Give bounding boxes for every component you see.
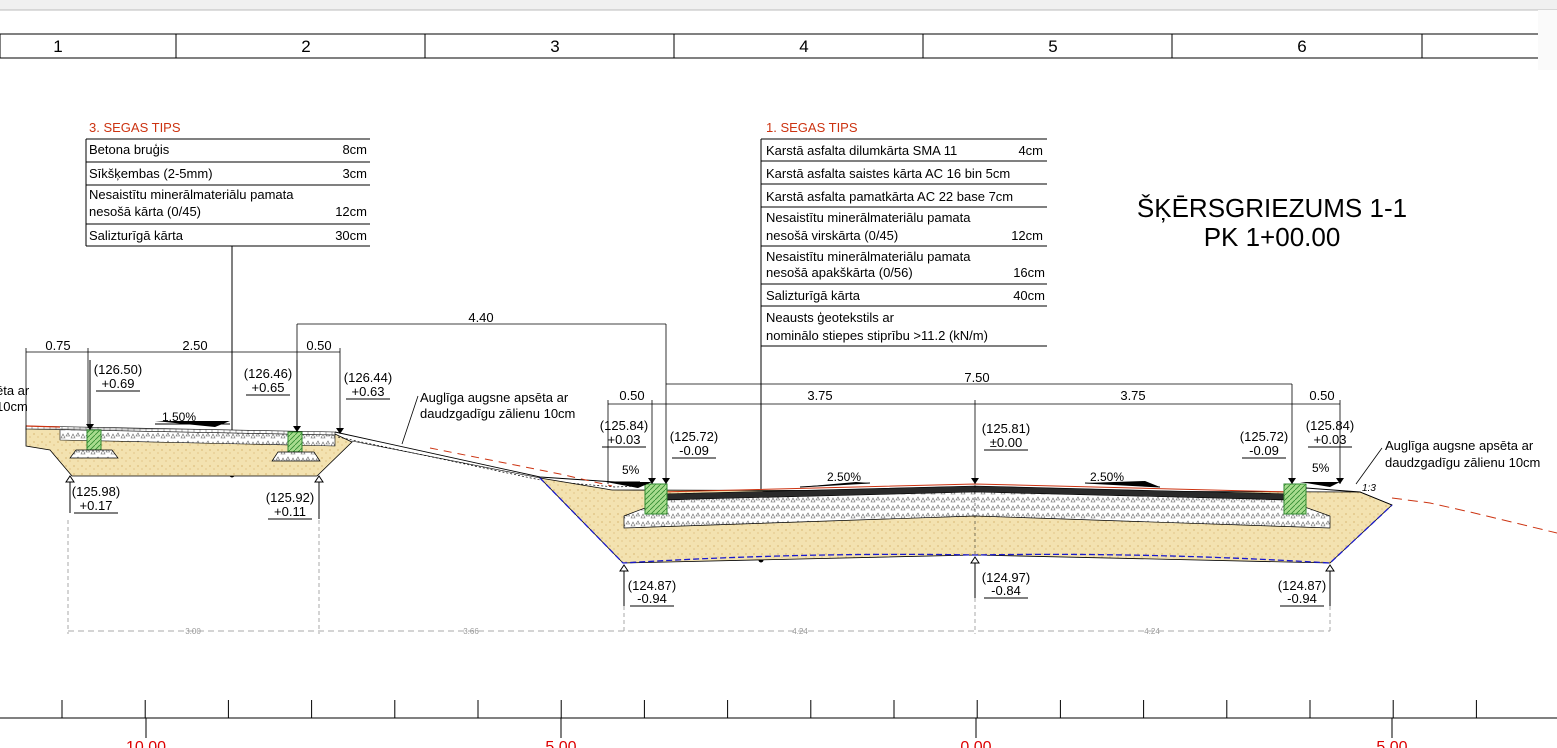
segas-1-title: 1. SEGAS TIPS (766, 120, 858, 135)
column-label-2: 2 (301, 37, 310, 56)
segas-1-row-7-name2: nominālo stiepes stiprību >11.2 (kN/m) (766, 328, 988, 343)
bottom-ruler: 10.00 5.00 0.00 5.00 (0, 700, 1557, 748)
segas-3-row-1-name: Betona bruģis (89, 142, 170, 157)
level-10-b: +0.03 (1314, 432, 1347, 447)
segas-1-row-5-name: Nesaistītu minerālmateriālu pamata (766, 249, 971, 264)
segas-1-row-5-name2: nesošā apakškārta (0/56) (766, 265, 913, 280)
dim-375b: 3.75 (1120, 388, 1145, 403)
segas-1-row-7-name: Neausts ģeotekstils ar (766, 310, 895, 325)
segas-3-row-4-thk: 30cm (335, 228, 367, 243)
ruler-label-1: 10.00 (126, 739, 166, 748)
segas-3-row-1-thk: 8cm (342, 142, 367, 157)
slope-2-50-right: 2.50% (1090, 470, 1124, 484)
slope-1-3: 1:3 (1362, 483, 1376, 494)
level-1-a: (126.50) (94, 362, 142, 377)
level-11-b: -0.94 (637, 591, 667, 606)
segas-3-title: 3. SEGAS TIPS (89, 120, 181, 135)
slope-5-left: 5% (622, 463, 640, 477)
level-1-b: +0.69 (102, 376, 135, 391)
bdim-4: 4.24 (1144, 627, 1160, 636)
ruler-label-4: 5.00 (1376, 739, 1407, 748)
level-7-a: (125.72) (670, 429, 718, 444)
dimension-values: 0.75 2.50 0.50 4.40 0.50 7.50 3.75 3.75 … (45, 310, 1334, 403)
scrollbar-top[interactable] (1538, 10, 1557, 70)
level-2-b: +0.65 (252, 380, 285, 395)
column-label-1: 1 (53, 37, 62, 56)
level-8-b: ±0.00 (990, 435, 1022, 450)
dim-375a: 3.75 (807, 388, 832, 403)
note-left-2: 10cm (0, 399, 28, 414)
dim-050b: 0.50 (619, 388, 644, 403)
cross-section-drawing: 1234567 ŠĶĒRSGRIEZUMS 1-1 PK 1+00.00 3. … (0, 0, 1557, 748)
column-label-4: 4 (799, 37, 808, 56)
slope-5-right: 5% (1312, 461, 1330, 475)
road-curb-left (644, 483, 668, 515)
level-2-a: (126.46) (244, 366, 292, 381)
level-9-a: (125.72) (1240, 429, 1288, 444)
bdim-2: 3.66 (463, 627, 479, 636)
level-13-b: -0.94 (1287, 591, 1317, 606)
segas-1-row-1-name: Karstā asfalta dilumkārta SMA 11 (766, 143, 957, 158)
level-12-b: -0.84 (991, 583, 1021, 598)
note-left-1: ēta ar (0, 383, 30, 398)
segas-1-row-6-name: Salizturīgā kārta (766, 288, 861, 303)
column-label-3: 3 (550, 37, 559, 56)
level-5-b: +0.11 (274, 504, 306, 519)
segas-3-row-3-name2: nesošā kārta (0/45) (89, 204, 201, 219)
level-3-b: +0.63 (352, 384, 385, 399)
dim-440: 4.40 (468, 310, 493, 325)
segas-1-row-5-thk: 16cm (1013, 265, 1045, 280)
dim-050c: 0.50 (1309, 388, 1334, 403)
note-mid-2: daudzgadīgu zālienu 10cm (420, 406, 575, 421)
dim-050a: 0.50 (306, 338, 331, 353)
left-curb-1 (86, 429, 102, 451)
segas-3-row-3-thk: 12cm (335, 204, 367, 219)
segas-3-row-2-thk: 3cm (342, 166, 367, 181)
segas-3-row-2-name: Sīkšķembas (2-5mm) (89, 166, 213, 181)
bdim-1: 3.00 (185, 627, 201, 636)
left-curb-2 (287, 431, 303, 453)
segas-1-row-6-thk: 40cm (1013, 288, 1045, 303)
drawing-title: ŠĶĒRSGRIEZUMS 1-1 (1137, 193, 1407, 223)
drawing-station: PK 1+00.00 (1204, 222, 1341, 252)
segas-1-row-4-name2: nesošā virskārta (0/45) (766, 228, 898, 243)
window-top-bar (0, 0, 1557, 10)
segas-1-row-4-name: Nesaistītu minerālmateriālu pamata (766, 210, 971, 225)
level-10-a: (125.84) (1306, 418, 1354, 433)
bdim-3: 4.24 (792, 627, 808, 636)
dim-075: 0.75 (45, 338, 70, 353)
level-7-b: -0.09 (679, 443, 709, 458)
column-label-5: 5 (1048, 37, 1057, 56)
road-body (538, 477, 1557, 564)
ruler-label-2: 5.00 (545, 739, 576, 748)
segas-1-row-2-name: Karstā asfalta saistes kārta AC 16 bin 5… (766, 166, 1010, 181)
level-6-a: (125.84) (600, 418, 648, 433)
segas-1-row-4-thk: 12cm (1011, 228, 1043, 243)
grass-slope (334, 431, 641, 489)
level-8-a: (125.81) (982, 421, 1030, 436)
dim-250: 2.50 (182, 338, 207, 353)
level-4-b: +0.17 (80, 498, 113, 513)
note-mid-1: Auglīga augsne apsēta ar (420, 390, 569, 405)
column-header-strip (0, 33, 1557, 59)
level-6-b: +0.03 (608, 432, 641, 447)
note-right-2: daudzgadīgu zālienu 10cm (1385, 455, 1540, 470)
level-3-a: (126.44) (344, 370, 392, 385)
dim-750: 7.50 (964, 370, 989, 385)
segas-3-row-4-name: Salizturīgā kārta (89, 228, 184, 243)
level-9-b: -0.09 (1249, 443, 1279, 458)
slope-1-50: 1.50% (162, 410, 196, 424)
segas-1-row-3-name: Karstā asfalta pamatkārta AC 22 base 7cm (766, 189, 1013, 204)
left-sidewalk (25, 425, 353, 477)
level-4-a: (125.98) (72, 484, 120, 499)
road-curb-right (1283, 483, 1307, 515)
level-5-a: (125.92) (266, 490, 314, 505)
note-right-1: Auglīga augsne apsēta ar (1385, 438, 1534, 453)
column-label-6: 6 (1297, 37, 1306, 56)
ruler-label-3: 0.00 (960, 739, 991, 748)
level-markers: (126.50) +0.69 (126.46) +0.65 (126.44) +… (65, 360, 1354, 607)
slope-2-50-left: 2.50% (827, 470, 861, 484)
segas-1-row-1-thk: 4cm (1018, 143, 1043, 158)
segas-3-row-3-name: Nesaistītu minerālmateriālu pamata (89, 187, 294, 202)
